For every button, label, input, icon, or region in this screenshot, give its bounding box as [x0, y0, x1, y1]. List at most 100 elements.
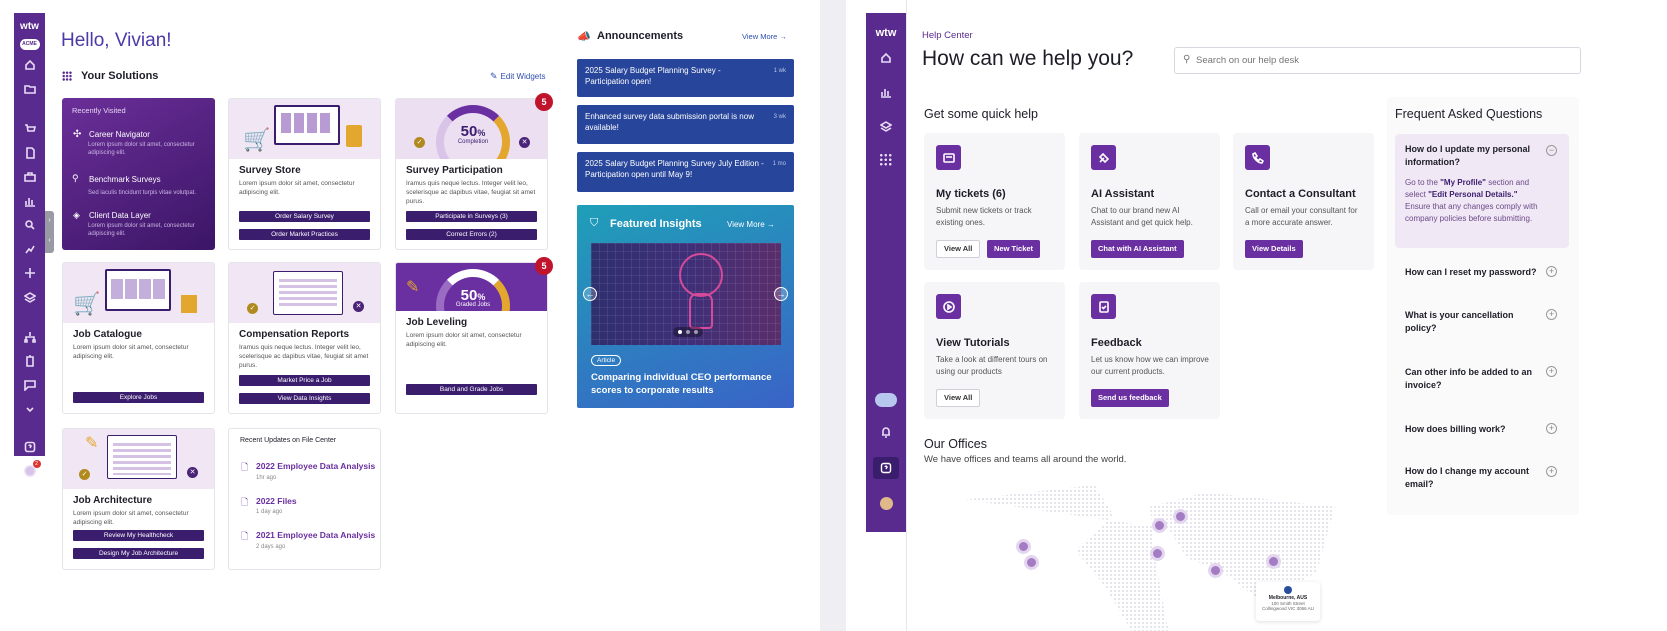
- expand-icon[interactable]: +: [1546, 266, 1557, 277]
- order-market-practices-button[interactable]: Order Market Practices: [239, 229, 370, 240]
- chat-icon[interactable]: [23, 378, 37, 392]
- faq-answer: Go to the "My Profile" section and selec…: [1405, 178, 1538, 223]
- view-data-insights-button[interactable]: View Data Insights: [239, 393, 370, 404]
- help-icon[interactable]: [873, 457, 899, 479]
- navigator-icon[interactable]: [23, 266, 37, 280]
- panel-divider: [820, 0, 846, 631]
- file-center-card: [228, 428, 381, 570]
- office-marker[interactable]: [1019, 542, 1028, 551]
- brand-badge-icon[interactable]: [875, 393, 897, 407]
- send-feedback-button[interactable]: Send us feedback: [1091, 389, 1169, 407]
- home-icon[interactable]: [879, 51, 893, 65]
- briefcase-icon[interactable]: [23, 170, 37, 184]
- office-marker[interactable]: [1176, 512, 1185, 521]
- review-healthcheck-button[interactable]: Review My Healthcheck: [73, 530, 204, 541]
- clipboard-icon[interactable]: [23, 354, 37, 368]
- pencil-icon: ✎: [85, 435, 99, 452]
- analytics-icon[interactable]: [23, 242, 37, 256]
- card-desc: Let us know how we can improve our curre…: [1091, 355, 1209, 376]
- cart-icon[interactable]: [23, 122, 37, 136]
- faq-title: Frequent Asked Questions: [1395, 107, 1543, 121]
- bar-chart-icon[interactable]: [23, 194, 37, 208]
- insight-image[interactable]: [591, 243, 781, 345]
- file-item-2021-employee-data[interactable]: 2021 Employee Data Analysis: [256, 530, 375, 540]
- office-marker[interactable]: [1027, 558, 1036, 567]
- announcements-view-more[interactable]: View More →: [742, 32, 787, 41]
- chat-ai-assistant-button[interactable]: Chat with AI Assistant: [1091, 240, 1184, 258]
- edit-widgets-link[interactable]: ✎ Edit Widgets: [490, 71, 545, 82]
- order-salary-survey-button[interactable]: Order Salary Survey: [239, 211, 370, 222]
- faq-question[interactable]: Can other info be added to an invoice?: [1405, 366, 1545, 392]
- view-all-tutorials-button[interactable]: View All: [936, 389, 981, 407]
- apps-grid-icon[interactable]: [879, 153, 893, 167]
- wtw-logo[interactable]: wtw: [20, 21, 39, 32]
- expand-icon[interactable]: +: [1546, 466, 1557, 477]
- insight-caption[interactable]: Comparing individual CEO performance sco…: [591, 371, 786, 398]
- faq-question[interactable]: What is your cancellation policy?: [1405, 309, 1545, 335]
- office-popup[interactable]: Melbourne, AUS 100 Smith Street Collingw…: [1256, 582, 1320, 621]
- quick-help-title: Get some quick help: [924, 107, 1038, 121]
- announcement-item[interactable]: 2025 Salary Budget Planning Survey - Par…: [577, 59, 794, 97]
- job-leveling-badge: 5: [535, 257, 553, 275]
- faq-question[interactable]: How do I change my account email?: [1405, 465, 1545, 491]
- office-marker[interactable]: [1153, 549, 1162, 558]
- faq-question[interactable]: How do I update my personal information?: [1405, 143, 1545, 169]
- document-icon[interactable]: [23, 146, 37, 160]
- recent-item-client-data-layer[interactable]: Client Data Layer: [89, 211, 151, 220]
- contact-consultant-card: Contact a Consultant Call or email your …: [1233, 133, 1374, 270]
- feedback-icon: [1091, 294, 1116, 319]
- view-details-button[interactable]: View Details: [1245, 240, 1303, 258]
- help-search[interactable]: ⚲: [1174, 47, 1581, 74]
- office-marker[interactable]: [1269, 557, 1278, 566]
- file-icon: 🗋: [241, 531, 249, 541]
- file-item-2022-employee-data[interactable]: 2022 Employee Data Analysis: [256, 461, 375, 471]
- participate-in-surveys-button[interactable]: Participate in Surveys (3): [406, 211, 537, 222]
- bar-chart-icon[interactable]: [879, 85, 893, 99]
- new-ticket-button[interactable]: New Ticket: [987, 240, 1041, 258]
- file-item-2022-files[interactable]: 2022 Files: [256, 496, 297, 506]
- collapse-icon[interactable]: −: [1546, 145, 1557, 156]
- card-title: Job Catalogue: [73, 329, 142, 340]
- view-all-tickets-button[interactable]: View All: [936, 240, 981, 258]
- announcement-item[interactable]: 2025 Salary Budget Planning Survey July …: [577, 152, 794, 192]
- layers-icon[interactable]: [879, 119, 893, 133]
- card-title: My tickets (6): [936, 188, 1006, 200]
- design-job-architecture-button[interactable]: Design My Job Architecture: [73, 548, 204, 559]
- expand-icon[interactable]: +: [1546, 423, 1557, 434]
- search-icon[interactable]: [23, 218, 37, 232]
- search-input[interactable]: [1196, 52, 1566, 69]
- user-avatar-icon[interactable]: 2: [23, 460, 41, 478]
- office-marker[interactable]: [1155, 521, 1164, 530]
- recent-item-benchmark-surveys[interactable]: Benchmark Surveys: [89, 175, 161, 184]
- correct-errors-button[interactable]: Correct Errors (2): [406, 229, 537, 240]
- expand-icon[interactable]: +: [1546, 309, 1557, 320]
- user-avatar-icon[interactable]: [879, 497, 893, 510]
- explore-jobs-button[interactable]: Explore Jobs: [73, 392, 204, 403]
- help-icon[interactable]: [23, 440, 37, 454]
- bell-icon[interactable]: [879, 425, 893, 439]
- faq-question[interactable]: How does billing work?: [1405, 423, 1545, 436]
- insights-view-more[interactable]: View More →: [727, 220, 775, 229]
- org-avatar[interactable]: ACME: [19, 39, 40, 50]
- office-marker[interactable]: [1211, 566, 1220, 575]
- breadcrumb[interactable]: Help Center: [922, 30, 973, 41]
- org-chart-icon[interactable]: [23, 330, 37, 344]
- band-grade-jobs-button[interactable]: Band and Grade Jobs: [406, 384, 537, 395]
- wtw-logo[interactable]: wtw: [876, 27, 897, 39]
- home-icon[interactable]: [23, 58, 37, 72]
- card-desc: Submit new tickets or track existing one…: [936, 206, 1032, 227]
- recent-item-career-navigator[interactable]: Career Navigator: [89, 130, 150, 139]
- check-icon: ✓: [414, 137, 425, 148]
- market-price-job-button[interactable]: Market Price a Job: [239, 375, 370, 386]
- carousel-next-button[interactable]: →: [774, 287, 788, 301]
- chevron-down-icon[interactable]: [23, 402, 37, 416]
- folder-icon[interactable]: [23, 82, 37, 96]
- faq-question[interactable]: How can I reset my password?: [1405, 266, 1555, 279]
- carousel-dots[interactable]: [673, 327, 703, 337]
- page-title: How can we help you?: [922, 47, 1134, 70]
- layers-icon[interactable]: [23, 290, 37, 304]
- carousel-prev-button[interactable]: ←: [583, 287, 597, 301]
- sidebar-collapse-handle[interactable]: › ‹: [45, 211, 54, 253]
- expand-icon[interactable]: +: [1546, 366, 1557, 377]
- announcement-item[interactable]: Enhanced survey data submission portal i…: [577, 105, 794, 144]
